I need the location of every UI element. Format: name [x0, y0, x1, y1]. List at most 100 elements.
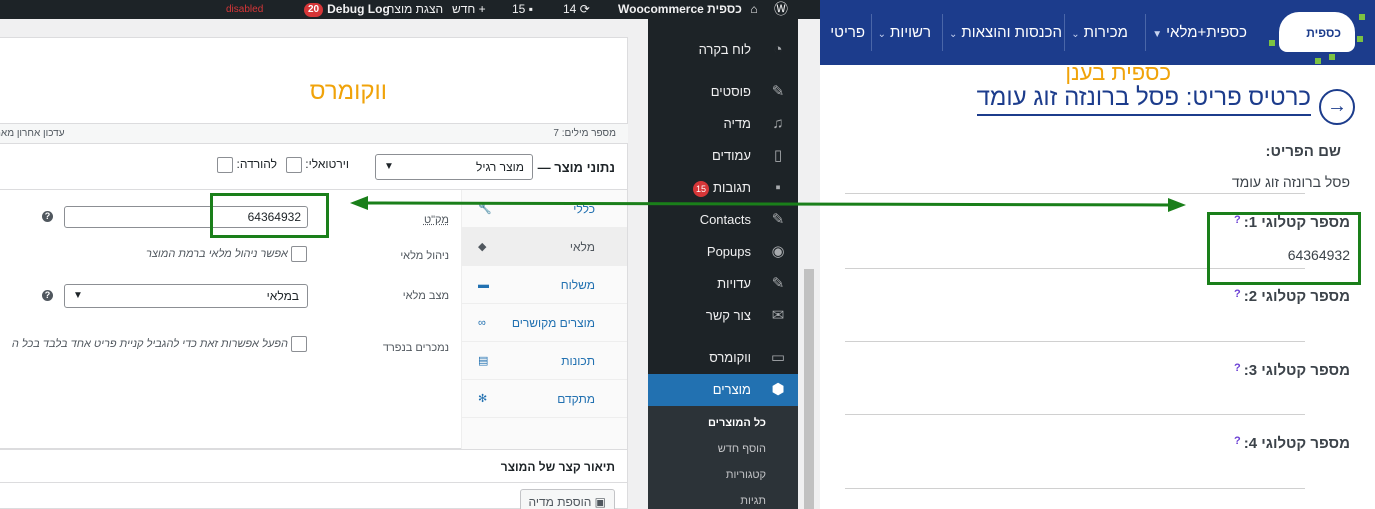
menu-testimonials[interactable]: ✎ עדויות	[648, 268, 798, 300]
nav-income-expenses[interactable]: הכנסות והוצאות⌄	[941, 14, 1062, 51]
debug-log-link[interactable]: Debug Log20	[300, 0, 390, 19]
short-description-title: תיאור קצר של המוצר	[500, 460, 615, 474]
sku-label: מק"ט	[423, 214, 449, 226]
chevron-down-icon: ▼	[384, 161, 394, 172]
field-underline	[845, 488, 1305, 489]
help-icon[interactable]: ?	[42, 290, 53, 301]
back-arrow-icon[interactable]: →	[1319, 89, 1355, 125]
nav-authorities-label: רשויות	[889, 24, 931, 41]
tab-general[interactable]: כללי 🔧	[462, 190, 627, 228]
wordpress-logo-icon[interactable]: Ⓦ	[770, 0, 792, 19]
catalog-1-value[interactable]: 64364932	[1288, 247, 1350, 263]
product-data-tabs: כללי 🔧 מלאי ◆ משלוח ▬ מוצרים מקושרים ∞ תכונו…	[461, 190, 627, 449]
menu-pages-label: עמודים	[711, 148, 751, 163]
debug-status-text: disabled	[226, 4, 264, 15]
wrench-icon: 🔧	[478, 203, 492, 215]
catalog-4-label: מספר קטלוגי 4:?	[1234, 435, 1350, 452]
post-title[interactable]: ווקומרס	[310, 78, 387, 106]
tab-linked-products-label: מוצרים מקושרים	[511, 316, 595, 330]
comments-count: 15	[512, 2, 526, 16]
logo-dot	[1315, 58, 1321, 64]
menu-dashboard[interactable]: ◔ לוח בקרה	[648, 34, 798, 66]
sold-individually-checkbox[interactable]	[291, 336, 307, 352]
menu-posts[interactable]: ✎ פוסטים	[648, 76, 798, 108]
submenu-add-new[interactable]: הוסף חדש	[648, 436, 798, 462]
pin-icon: ✎	[771, 211, 785, 228]
tab-advanced[interactable]: מתקדם ✻	[462, 380, 627, 418]
tab-shipping[interactable]: משלוח ▬	[462, 266, 627, 304]
virtual-option[interactable]: וירטואלי:	[285, 157, 349, 173]
submenu-all-products[interactable]: כל המוצרים	[648, 410, 798, 436]
mail-icon: ✉	[771, 307, 785, 324]
woo-icon: ▭	[770, 349, 786, 366]
editor-content: ווקומרס מספר מילים: 7 עדכון אחרון מאת נת…	[0, 19, 628, 509]
nav-sales[interactable]: מכירות⌄	[1064, 14, 1128, 51]
kaspit-logo[interactable]: כספית	[1260, 0, 1375, 65]
virtual-checkbox[interactable]	[285, 157, 302, 173]
nav-income-expenses-label: הכנסות והוצאות	[961, 24, 1062, 41]
menu-woocommerce[interactable]: ▭ ווקומרס	[648, 342, 798, 374]
new-content-link[interactable]: + חדש	[452, 0, 486, 19]
help-icon[interactable]: ?	[1234, 214, 1241, 226]
current-pointer	[640, 374, 648, 390]
submenu-tags[interactable]: תגיות	[648, 488, 798, 509]
link-icon: ∞	[478, 317, 486, 329]
tab-general-label: כללי	[573, 202, 595, 216]
stock-status-select[interactable]: במלאי ▼	[64, 284, 308, 308]
manage-stock-option[interactable]: אפשר ניהול מלאי ברמת המוצר	[146, 246, 307, 262]
page-title: כרטיס פריט: פסל ברונזה זוג עומד	[976, 84, 1311, 116]
tab-linked-products[interactable]: מוצרים מקושרים ∞	[462, 304, 627, 342]
nav-authorities[interactable]: רשויות⌄	[870, 14, 931, 51]
menu-media[interactable]: ♫ מדיה	[648, 108, 798, 140]
pages-icon: ▯	[773, 147, 783, 164]
product-type-value: מוצר רגיל	[475, 160, 524, 174]
field-underline	[845, 193, 1305, 194]
tab-attributes[interactable]: תכונות ▤	[462, 342, 627, 380]
word-count: מספר מילים: 7	[553, 128, 616, 139]
help-icon[interactable]: ?	[1234, 288, 1241, 300]
gear-icon: ✻	[478, 393, 488, 405]
nav-sales-label: מכירות	[1083, 24, 1128, 41]
menu-popups[interactable]: ◉ Popups	[648, 236, 798, 268]
menu-contacts[interactable]: ✎ Contacts	[648, 204, 798, 236]
stock-status-value: במלאי	[266, 289, 299, 303]
field-underline	[845, 414, 1305, 415]
menu-comments[interactable]: ▪ תגובות 15	[648, 172, 798, 204]
catalog-1-label-text: מספר קטלוגי 1:	[1243, 214, 1350, 231]
comments-link[interactable]: ▪ 15	[512, 0, 533, 19]
menu-contact-us-label: צור קשר	[705, 308, 751, 323]
chevron-down-icon: ▼	[1152, 29, 1163, 40]
menu-testimonials-label: עדויות	[717, 276, 751, 291]
add-media-button[interactable]: ▣ הוספת מדיה	[519, 489, 615, 509]
tag-icon: ◆	[478, 241, 487, 253]
menu-pages[interactable]: ▯ עמודים	[648, 140, 798, 172]
downloadable-checkbox[interactable]	[217, 157, 234, 173]
menu-products[interactable]: ⬢ מוצרים	[640, 374, 798, 406]
admin-bar: Ⓦ ⌂ כספית Woocommerce ⟳ 14 ▪ 15 + חדש הצ…	[0, 0, 820, 19]
help-icon[interactable]: ?	[42, 211, 53, 222]
item-name-label: שם הפריט:	[1265, 143, 1341, 160]
products-submenu: כל המוצרים הוסף חדש קטגוריות תגיות	[648, 406, 798, 509]
menu-contact-us[interactable]: ✉ צור קשר	[648, 300, 798, 332]
product-type-select[interactable]: מוצר רגיל ▼	[375, 154, 533, 180]
scrollbar[interactable]	[798, 19, 820, 509]
sold-individually-option[interactable]: הפעל אפשרות זאת כדי להגביל קניית פריט אח…	[12, 336, 307, 352]
sku-input[interactable]: 64364932	[64, 206, 308, 228]
help-icon[interactable]: ?	[1234, 435, 1241, 447]
manage-stock-checkbox[interactable]	[291, 246, 307, 262]
item-name-value[interactable]: פסל ברונזה זוג עומד	[1232, 174, 1350, 190]
nav-kaspit-inventory[interactable]: כספית+מלאי▼	[1145, 14, 1247, 51]
tab-inventory[interactable]: מלאי ◆	[462, 228, 627, 266]
site-name-link[interactable]: כספית Woocommerce	[618, 0, 742, 19]
nav-items[interactable]: פריטי	[824, 14, 865, 51]
view-product-link[interactable]: הצגת מוצר	[388, 0, 443, 19]
menu-contacts-label: Contacts	[699, 212, 751, 227]
scrollbar-thumb[interactable]	[804, 269, 814, 509]
updates-link[interactable]: ⟳ 14	[563, 0, 590, 19]
help-icon[interactable]: ?	[1234, 362, 1241, 374]
home-icon[interactable]: ⌂	[744, 0, 764, 19]
kaspit-window: כספית כספית+מלאי▼ מכירות⌄ הכנסות והוצאות…	[820, 0, 1375, 509]
downloadable-option[interactable]: להורדה:	[217, 157, 277, 173]
menu-dashboard-label: לוח בקרה	[698, 42, 751, 57]
submenu-categories[interactable]: קטגוריות	[648, 462, 798, 488]
